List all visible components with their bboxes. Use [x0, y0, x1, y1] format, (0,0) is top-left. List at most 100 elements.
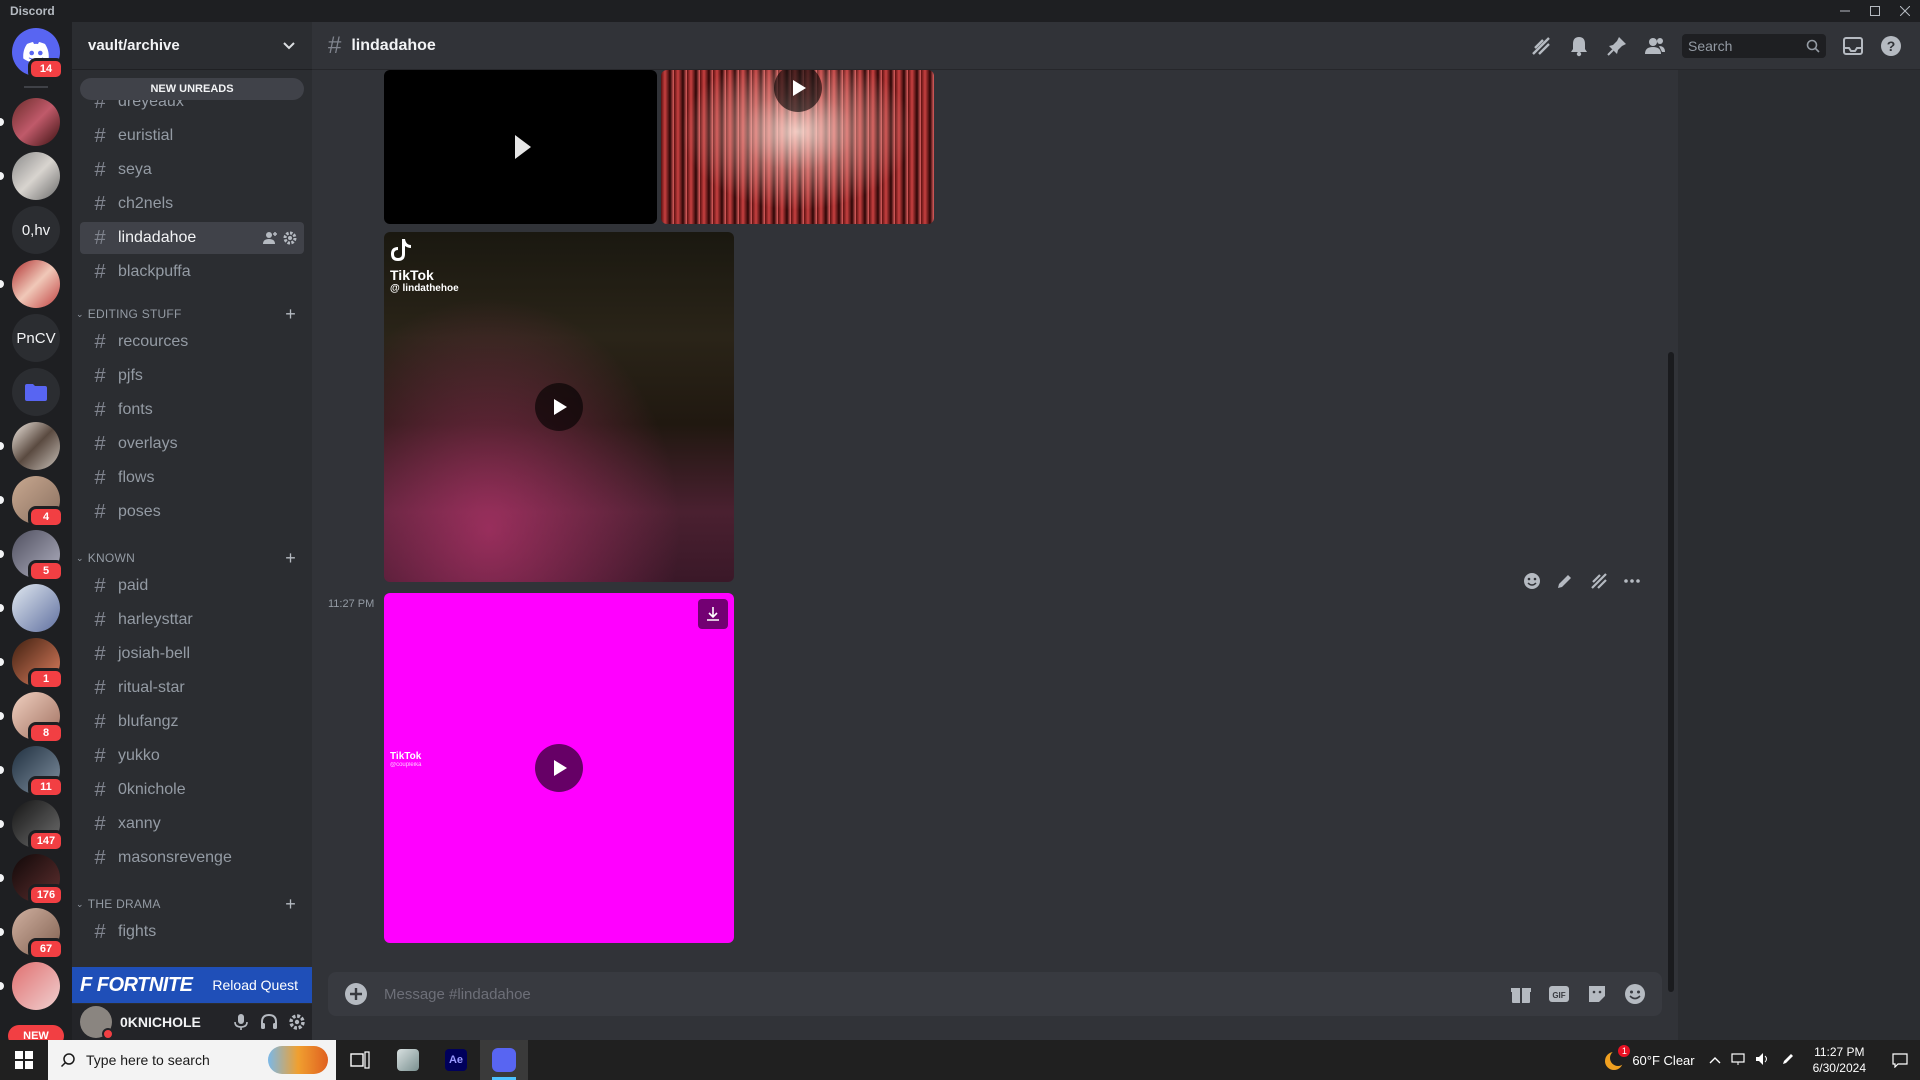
pen-icon[interactable] — [1781, 1052, 1795, 1069]
category-header[interactable]: ⌄ EDITING STUFF + — [76, 304, 308, 324]
volume-icon[interactable] — [1755, 1052, 1771, 1069]
server-icon[interactable]: 67 — [0, 908, 64, 960]
quest-banner[interactable]: F FORTNITE Reload Quest — [72, 967, 312, 1003]
channel-item[interactable]: # blufangz — [80, 706, 304, 738]
new-unreads-pill[interactable]: NEW UNREADS — [80, 78, 304, 100]
channel-item[interactable]: # fonts — [80, 394, 304, 426]
notifications-icon[interactable] — [1880, 1052, 1920, 1068]
avatar[interactable] — [80, 1006, 114, 1040]
taskbar-app-after-effects[interactable]: Ae — [432, 1040, 480, 1080]
video-attachment[interactable]: TikTok @coupleika — [384, 593, 734, 943]
maximize-button[interactable] — [1860, 0, 1890, 22]
channel-item[interactable]: # paid — [80, 570, 304, 602]
headphones-icon[interactable] — [260, 1013, 278, 1031]
unread-badge: 67 — [28, 938, 64, 960]
taskbar-search[interactable]: Type here to search — [48, 1040, 336, 1080]
channel-item[interactable]: # xanny — [80, 808, 304, 840]
channel-item[interactable]: # euristial — [80, 120, 304, 152]
weather-widget[interactable]: 1 60°F Clear — [1604, 1045, 1695, 1071]
add-channel-icon[interactable]: + — [285, 304, 296, 325]
play-icon[interactable] — [497, 123, 545, 171]
chat-scrollbar[interactable] — [1668, 352, 1674, 992]
play-button[interactable] — [535, 744, 583, 792]
minimize-button[interactable] — [1830, 0, 1860, 22]
server-icon[interactable] — [0, 584, 60, 632]
server-icon[interactable]: 147 — [0, 800, 64, 852]
network-icon[interactable] — [1731, 1052, 1745, 1069]
member-list-icon[interactable] — [1644, 35, 1666, 57]
server-icon[interactable] — [0, 422, 60, 470]
invite-member-icon[interactable] — [262, 230, 278, 246]
server-icon[interactable] — [0, 152, 60, 200]
server-icon[interactable]: 11 — [0, 746, 64, 798]
inbox-icon[interactable] — [1842, 35, 1864, 57]
more-options-icon[interactable] — [1622, 571, 1642, 591]
channel-item[interactable]: # overlays — [80, 428, 304, 460]
category-header[interactable]: ⌄ KNOWN + — [76, 548, 308, 568]
channel-item[interactable]: # ch2nels — [80, 188, 304, 220]
sticker-icon[interactable] — [1586, 983, 1608, 1005]
channel-item[interactable]: # poses — [80, 496, 304, 528]
channel-item[interactable]: # ritual-star — [80, 672, 304, 704]
thread-icon[interactable] — [1589, 571, 1609, 591]
taskbar-app-discord[interactable] — [480, 1040, 528, 1080]
threads-icon[interactable] — [1530, 35, 1552, 57]
task-view-button[interactable] — [336, 1040, 384, 1080]
server-icon[interactable]: 4 — [0, 476, 64, 528]
channel-item[interactable]: # fights — [80, 916, 304, 948]
server-folder[interactable] — [12, 368, 60, 416]
add-reaction-icon[interactable] — [1522, 571, 1542, 591]
server-icon[interactable] — [0, 98, 60, 146]
video-attachment[interactable]: TikTok @ lindathehoe — [384, 232, 734, 582]
message-input[interactable] — [384, 985, 1510, 1003]
emoji-icon[interactable] — [1624, 983, 1646, 1005]
download-button[interactable] — [698, 599, 728, 629]
gear-icon[interactable] — [282, 230, 298, 246]
guild-header[interactable]: vault/archive — [72, 22, 312, 70]
server-icon[interactable]: 1 — [0, 638, 64, 690]
clock-date: 6/30/2024 — [1812, 1061, 1866, 1075]
play-button[interactable] — [535, 383, 583, 431]
channel-item[interactable]: # josiah-bell — [80, 638, 304, 670]
server-icon[interactable] — [0, 260, 60, 308]
channel-item[interactable]: # seya — [80, 154, 304, 186]
channel-item[interactable]: # harleysttar — [80, 604, 304, 636]
channel-item[interactable]: # blackpuffa — [80, 256, 304, 288]
edit-icon[interactable] — [1555, 571, 1575, 591]
server-icon[interactable]: 5 — [0, 530, 64, 582]
microphone-icon[interactable] — [232, 1013, 250, 1031]
server-icon[interactable]: 8 — [0, 692, 64, 744]
add-channel-icon[interactable]: + — [285, 548, 296, 569]
bell-icon[interactable] — [1568, 35, 1590, 57]
server-icon-text[interactable]: PnCV — [12, 314, 60, 362]
channel-item[interactable]: # yukko — [80, 740, 304, 772]
pin-icon[interactable] — [1606, 35, 1628, 57]
system-clock[interactable]: 11:27 PM 6/30/2024 — [1813, 1044, 1866, 1076]
close-window-button[interactable] — [1890, 0, 1920, 22]
server-icon-text[interactable]: 0,hv — [12, 206, 60, 254]
attach-button[interactable] — [328, 982, 384, 1006]
gear-icon[interactable] — [288, 1013, 306, 1031]
gif-icon[interactable]: GIF — [1548, 983, 1570, 1005]
gift-icon[interactable] — [1510, 983, 1532, 1005]
video-attachment[interactable] — [661, 70, 934, 224]
server-icon[interactable] — [0, 962, 60, 1010]
category-header[interactable]: ⌄ THE DRAMA + — [76, 894, 308, 914]
channel-item[interactable]: #0knichole — [80, 774, 304, 806]
video-attachment[interactable] — [384, 70, 657, 224]
add-channel-icon[interactable]: + — [285, 894, 296, 915]
help-icon[interactable]: ? — [1880, 35, 1902, 57]
search-input[interactable] — [1688, 38, 1798, 54]
home-button[interactable]: 14 — [12, 28, 64, 80]
search-field[interactable] — [1682, 34, 1826, 58]
channel-item[interactable]: # pjfs — [80, 360, 304, 392]
start-button[interactable] — [0, 1040, 48, 1080]
chevron-up-icon[interactable] — [1709, 1053, 1721, 1068]
server-icon[interactable]: 176 — [0, 854, 64, 906]
channel-item[interactable]: # flows — [80, 462, 304, 494]
channel-item[interactable]: # masonsrevenge — [80, 842, 304, 874]
channel-item[interactable]: # recources — [80, 326, 304, 358]
taskbar-app-capcut[interactable] — [384, 1040, 432, 1080]
channel-item-active[interactable]: # lindadahoe — [80, 222, 304, 254]
new-servers-pill[interactable]: NEW — [8, 1025, 64, 1040]
